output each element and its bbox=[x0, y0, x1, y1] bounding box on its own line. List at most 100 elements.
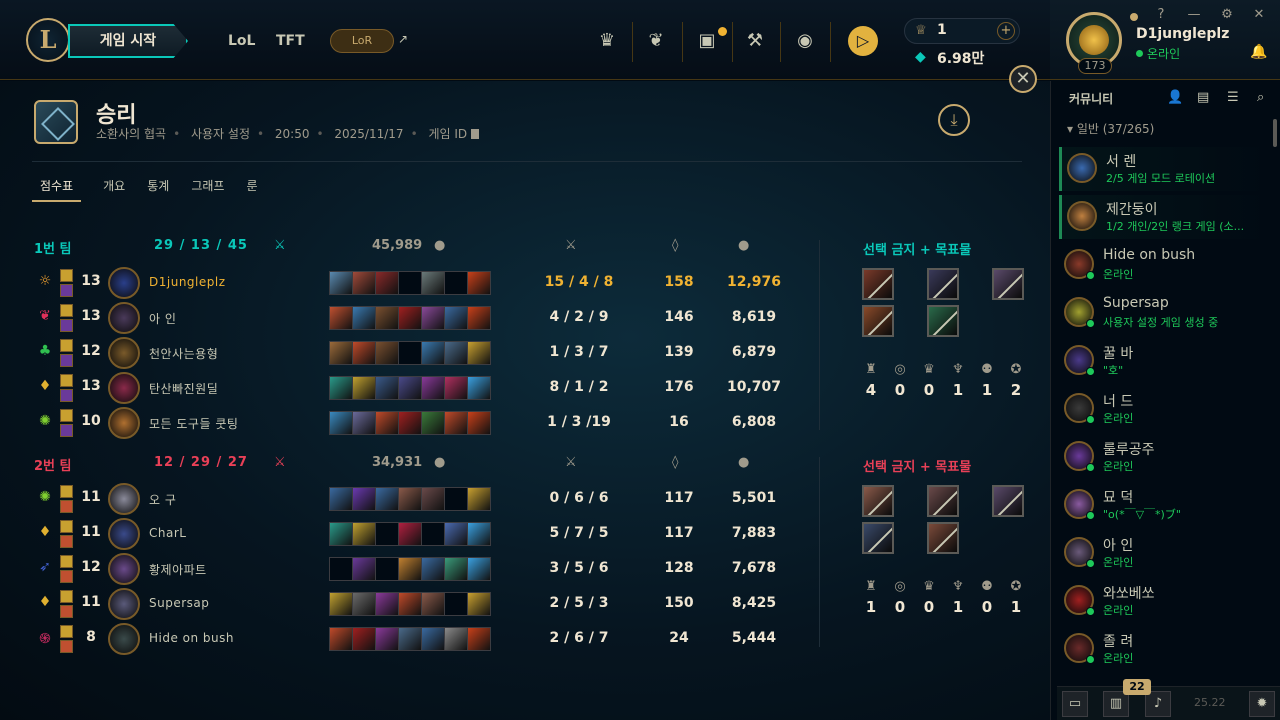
summoner-spell-icon[interactable] bbox=[60, 570, 73, 583]
summoner-spell-icon[interactable] bbox=[60, 535, 73, 548]
item-icon[interactable] bbox=[352, 557, 376, 581]
champion-icon[interactable] bbox=[108, 337, 140, 369]
close-postgame-button[interactable]: ✕ bbox=[1009, 65, 1037, 93]
item-icon[interactable] bbox=[467, 522, 491, 546]
settings-gear-icon[interactable]: ⚙ bbox=[1219, 7, 1235, 23]
store-coins-icon[interactable]: ◉ bbox=[792, 28, 818, 54]
item-icon[interactable] bbox=[375, 487, 399, 511]
friend-item[interactable]: 아 인 온라인 bbox=[1059, 531, 1271, 575]
summoner-spell-icon[interactable] bbox=[60, 354, 73, 367]
worlds-trophy-icon[interactable]: ♛ bbox=[594, 28, 620, 54]
item-icon[interactable] bbox=[467, 487, 491, 511]
item-icon[interactable] bbox=[467, 411, 491, 435]
friend-item[interactable]: Hide on bush 온라인 bbox=[1059, 243, 1271, 287]
item-icon[interactable] bbox=[375, 376, 399, 400]
add-rp-plus-icon[interactable]: + bbox=[997, 22, 1015, 40]
player-name[interactable]: Supersap bbox=[149, 596, 209, 610]
player-row[interactable]: ✺ 10 모든 도구들 쿳팅 1 / 3 /19 16 6,808 bbox=[32, 406, 792, 441]
player-name[interactable]: 황제아파트 bbox=[149, 561, 207, 578]
player-row[interactable]: ֍ 8 Hide on bush 2 / 6 / 7 24 5,444 bbox=[32, 622, 792, 657]
banned-champion-icon[interactable] bbox=[992, 268, 1024, 300]
item-icon[interactable] bbox=[352, 487, 376, 511]
champion-icon[interactable] bbox=[108, 588, 140, 620]
summoner-name[interactable]: D1jungleplz bbox=[1136, 26, 1229, 42]
player-row[interactable]: ☼ 13 D1jungleplz 15 / 4 / 8 158 12,976 bbox=[32, 266, 792, 301]
champion-icon[interactable] bbox=[108, 302, 140, 334]
chat-icon[interactable]: ▭ bbox=[1062, 691, 1088, 717]
item-icon[interactable] bbox=[421, 592, 445, 616]
tab-overview[interactable]: 개요 bbox=[103, 177, 125, 202]
summoner-spell-icon[interactable] bbox=[60, 555, 73, 568]
friend-item[interactable]: 제간둥이 1/2 개인/2인 랭크 게임 (소... bbox=[1059, 195, 1271, 239]
item-icon[interactable] bbox=[421, 557, 445, 581]
friend-item[interactable]: 꿀 바 "호" bbox=[1059, 339, 1271, 383]
friend-item[interactable]: 묘 덕 "o(*￣▽￣*)ブ" bbox=[1059, 483, 1271, 527]
item-icon[interactable] bbox=[375, 341, 399, 365]
champion-icon[interactable] bbox=[108, 623, 140, 655]
copy-icon[interactable] bbox=[471, 129, 480, 139]
item-icon[interactable] bbox=[421, 306, 445, 330]
summoner-spell-icon[interactable] bbox=[60, 269, 73, 282]
item-icon[interactable] bbox=[398, 271, 422, 295]
item-icon[interactable] bbox=[352, 411, 376, 435]
champion-icon[interactable] bbox=[108, 553, 140, 585]
item-icon[interactable] bbox=[352, 522, 376, 546]
player-name[interactable]: CharL bbox=[149, 526, 186, 540]
search-icon[interactable]: ⌕ bbox=[1257, 90, 1264, 105]
friend-item[interactable]: 너 드 온라인 bbox=[1059, 387, 1271, 431]
summoner-spell-icon[interactable] bbox=[60, 319, 73, 332]
item-icon[interactable] bbox=[467, 306, 491, 330]
player-row[interactable]: ♦ 13 탄산빠진원딜 8 / 1 / 2 176 10,707 bbox=[32, 371, 792, 406]
friends-scrollbar[interactable] bbox=[1273, 119, 1277, 147]
summoner-spell-icon[interactable] bbox=[60, 304, 73, 317]
close-window-icon[interactable]: ✕ bbox=[1251, 7, 1267, 23]
crafting-hammer-icon[interactable]: ⚒ bbox=[742, 28, 768, 54]
item-icon[interactable] bbox=[375, 271, 399, 295]
item-icon[interactable] bbox=[444, 376, 468, 400]
item-icon[interactable] bbox=[444, 271, 468, 295]
item-icon[interactable] bbox=[329, 306, 353, 330]
item-icon[interactable] bbox=[467, 341, 491, 365]
league-logo-icon[interactable]: L bbox=[26, 18, 70, 62]
summoner-spell-icon[interactable] bbox=[60, 605, 73, 618]
minimize-icon[interactable]: — bbox=[1186, 7, 1202, 23]
item-icon[interactable] bbox=[444, 487, 468, 511]
tab-scoreboard[interactable]: 점수표 bbox=[32, 177, 82, 202]
player-name[interactable]: 천안사는용형 bbox=[149, 345, 218, 362]
player-name[interactable]: 아 인 bbox=[149, 310, 176, 327]
item-icon[interactable] bbox=[398, 341, 422, 365]
add-friend-icon[interactable]: 👤 bbox=[1167, 90, 1183, 105]
download-icon[interactable]: ⤓ bbox=[938, 104, 970, 136]
item-icon[interactable] bbox=[398, 592, 422, 616]
item-icon[interactable] bbox=[467, 592, 491, 616]
item-icon[interactable] bbox=[329, 557, 353, 581]
item-icon[interactable] bbox=[329, 627, 353, 651]
summoner-spell-icon[interactable] bbox=[60, 520, 73, 533]
item-icon[interactable] bbox=[352, 341, 376, 365]
notification-bell-icon[interactable]: 🔔 bbox=[1250, 44, 1267, 60]
item-icon[interactable] bbox=[421, 522, 445, 546]
item-icon[interactable] bbox=[467, 627, 491, 651]
player-row[interactable]: ❦ 13 아 인 4 / 2 / 9 146 8,619 bbox=[32, 301, 792, 336]
list-view-icon[interactable]: ☰ bbox=[1227, 90, 1239, 105]
banned-champion-icon[interactable] bbox=[992, 485, 1024, 517]
add-folder-icon[interactable]: ▤ bbox=[1197, 90, 1209, 105]
item-icon[interactable] bbox=[444, 341, 468, 365]
friend-item[interactable]: 졸 려 온라인 bbox=[1059, 627, 1271, 671]
item-icon[interactable] bbox=[352, 627, 376, 651]
item-icon[interactable] bbox=[352, 376, 376, 400]
champion-icon[interactable] bbox=[108, 267, 140, 299]
summoner-spell-icon[interactable] bbox=[60, 339, 73, 352]
summoner-spell-icon[interactable] bbox=[60, 590, 73, 603]
voice-mic-icon[interactable]: ♪ bbox=[1145, 691, 1171, 717]
item-icon[interactable] bbox=[329, 411, 353, 435]
item-icon[interactable] bbox=[421, 487, 445, 511]
player-row[interactable]: ♦ 11 CharL 5 / 7 / 5 117 7,883 bbox=[32, 517, 792, 552]
champion-icon[interactable] bbox=[108, 407, 140, 439]
item-icon[interactable] bbox=[398, 376, 422, 400]
champion-icon[interactable] bbox=[108, 518, 140, 550]
inventory-chest-icon[interactable]: ▣ bbox=[694, 28, 720, 54]
item-icon[interactable] bbox=[329, 487, 353, 511]
item-icon[interactable] bbox=[444, 522, 468, 546]
item-icon[interactable] bbox=[398, 487, 422, 511]
